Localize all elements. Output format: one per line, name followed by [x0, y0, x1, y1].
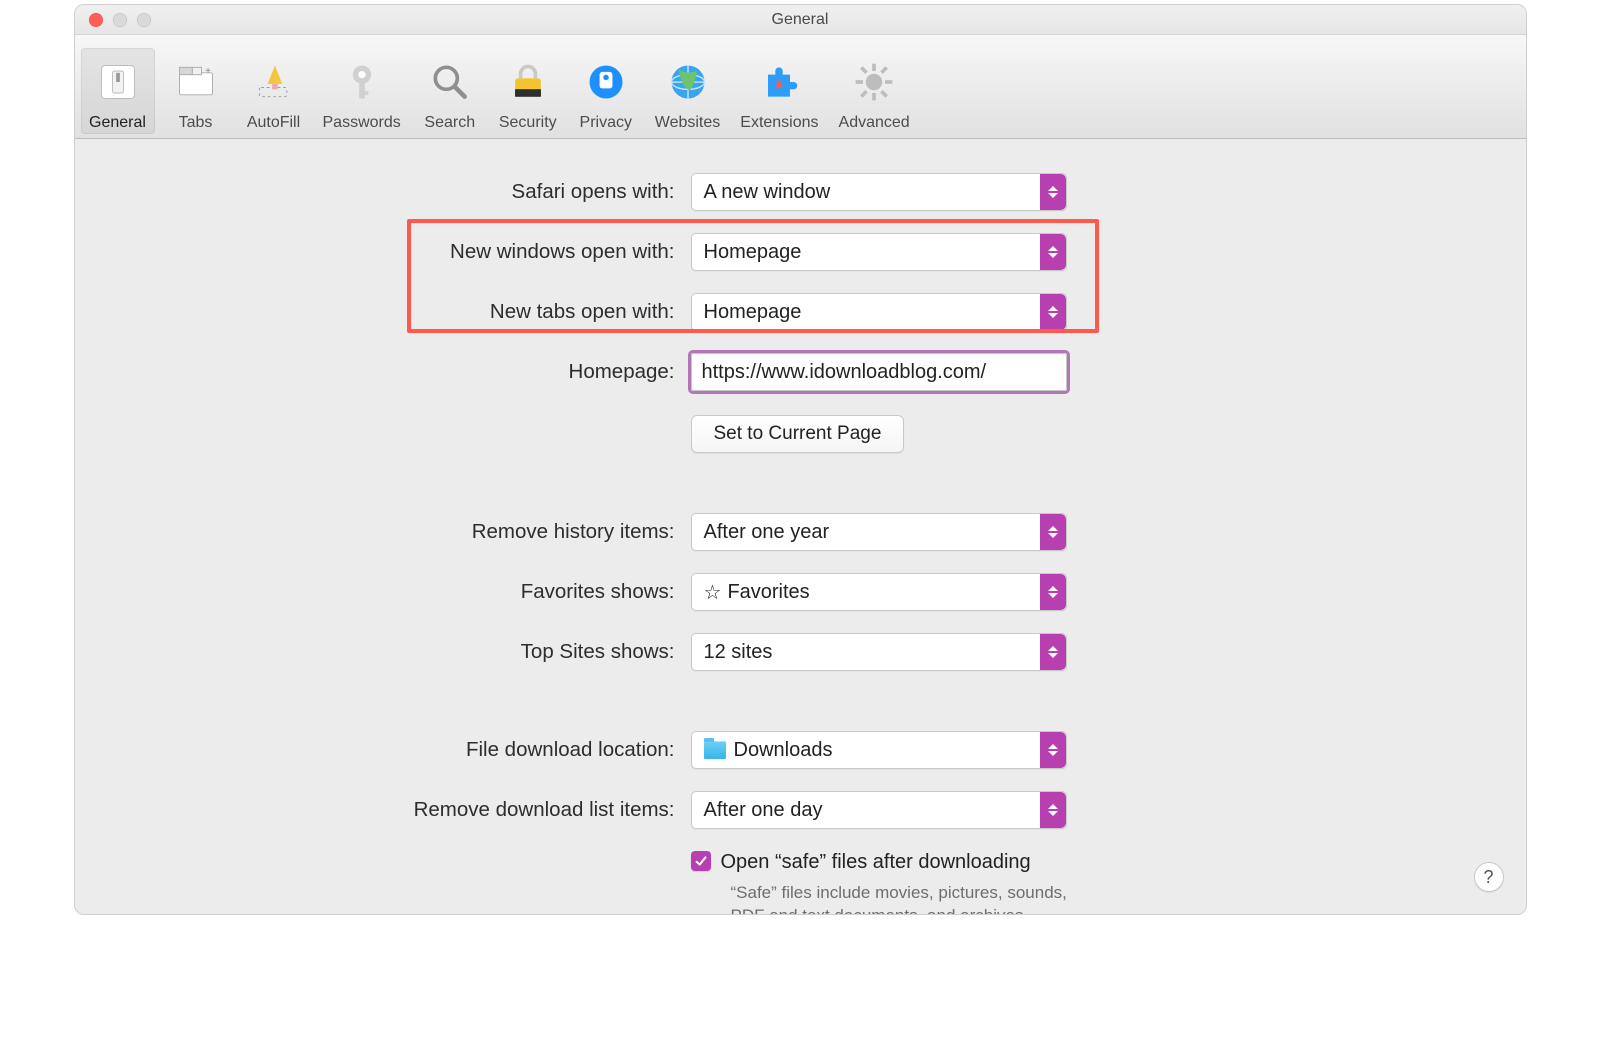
popup-new-tabs-open-with[interactable]: Homepage — [691, 293, 1067, 331]
svg-text:+: + — [205, 66, 211, 77]
help-button[interactable]: ? — [1474, 862, 1504, 892]
toolbar-item-advanced[interactable]: Advanced — [831, 48, 918, 134]
popup-value: Favorites — [727, 581, 809, 604]
toolbar-item-websites[interactable]: Websites — [647, 48, 729, 134]
websites-icon — [660, 54, 716, 110]
popup-value: Homepage — [704, 241, 802, 264]
toolbar-item-label: Advanced — [839, 114, 910, 132]
toolbar-item-label: Extensions — [740, 114, 818, 132]
chevron-updown-icon — [1040, 732, 1066, 768]
security-icon — [500, 54, 556, 110]
popup-new-windows-open-with[interactable]: Homepage — [691, 233, 1067, 271]
popup-value: 12 sites — [704, 641, 773, 664]
toolbar-item-search[interactable]: Search — [413, 48, 487, 134]
label-top-sites-shows: Top Sites shows: — [75, 640, 675, 664]
folder-icon — [704, 741, 726, 759]
popup-top-sites-shows[interactable]: 12 sites — [691, 633, 1067, 671]
toolbar-item-label: Tabs — [179, 114, 213, 132]
general-pane: Safari opens with: A new window New wind… — [75, 139, 1526, 914]
extensions-icon — [751, 54, 807, 110]
chevron-updown-icon — [1040, 792, 1066, 828]
toolbar-item-autofill[interactable]: AutoFill — [237, 48, 311, 134]
toolbar-item-label: Privacy — [580, 114, 632, 132]
toolbar-item-privacy[interactable]: Privacy — [569, 48, 643, 134]
preferences-toolbar: General + Tabs AutoFill Passwords Search — [75, 35, 1526, 139]
label-new-windows-open-with: New windows open with: — [75, 240, 675, 264]
general-icon — [90, 54, 146, 110]
window-title: General — [772, 11, 829, 29]
chevron-updown-icon — [1040, 574, 1066, 610]
label-download-location: File download location: — [75, 738, 675, 762]
toolbar-item-security[interactable]: Security — [491, 48, 565, 134]
star-icon: ☆ — [704, 580, 722, 605]
privacy-icon — [578, 54, 634, 110]
chevron-updown-icon — [1040, 514, 1066, 550]
popup-value: After one day — [704, 799, 823, 822]
toolbar-item-label: Websites — [655, 114, 721, 132]
label-remove-downloads: Remove download list items: — [75, 798, 675, 822]
minimize-window-button[interactable] — [113, 13, 127, 27]
toolbar-item-general[interactable]: General — [81, 48, 155, 134]
label-homepage: Homepage: — [75, 360, 675, 384]
open-safe-files-hint: “Safe” files include movies, pictures, s… — [731, 882, 1091, 915]
zoom-window-button[interactable] — [137, 13, 151, 27]
popup-value: Homepage — [704, 301, 802, 324]
preferences-window: General General + Tabs AutoFill Pass — [74, 4, 1527, 915]
toolbar-item-label: AutoFill — [247, 114, 300, 132]
label-favorites-shows: Favorites shows: — [75, 580, 675, 604]
popup-favorites-shows[interactable]: ☆ Favorites — [691, 573, 1067, 611]
label-remove-history: Remove history items: — [75, 520, 675, 544]
toolbar-item-label: Security — [499, 114, 557, 132]
label-new-tabs-open-with: New tabs open with: — [75, 300, 675, 324]
toolbar-item-label: Passwords — [323, 114, 401, 132]
toolbar-item-tabs[interactable]: + Tabs — [159, 48, 233, 134]
open-safe-files-label: Open “safe” files after downloading — [721, 851, 1091, 874]
window-controls — [89, 13, 151, 27]
open-safe-files-checkbox[interactable] — [691, 851, 711, 871]
tabs-icon: + — [168, 54, 224, 110]
chevron-updown-icon — [1040, 294, 1066, 330]
popup-remove-downloads[interactable]: After one day — [691, 791, 1067, 829]
titlebar: General — [75, 5, 1526, 35]
popup-value: A new window — [704, 181, 831, 204]
chevron-updown-icon — [1040, 234, 1066, 270]
close-window-button[interactable] — [89, 13, 103, 27]
popup-safari-opens-with[interactable]: A new window — [691, 173, 1067, 211]
passwords-icon — [334, 54, 390, 110]
popup-download-location[interactable]: Downloads — [691, 731, 1067, 769]
advanced-icon — [846, 54, 902, 110]
set-to-current-page-button[interactable]: Set to Current Page — [691, 415, 905, 453]
toolbar-item-label: General — [89, 114, 146, 132]
toolbar-item-extensions[interactable]: Extensions — [732, 48, 826, 134]
toolbar-item-label: Search — [424, 114, 475, 132]
popup-value: Downloads — [734, 739, 833, 762]
popup-value: After one year — [704, 521, 830, 544]
homepage-input[interactable] — [691, 353, 1067, 391]
toolbar-item-passwords[interactable]: Passwords — [315, 48, 409, 134]
autofill-icon — [246, 54, 302, 110]
chevron-updown-icon — [1040, 634, 1066, 670]
chevron-updown-icon — [1040, 174, 1066, 210]
search-icon — [422, 54, 478, 110]
popup-remove-history[interactable]: After one year — [691, 513, 1067, 551]
label-safari-opens-with: Safari opens with: — [75, 180, 675, 204]
